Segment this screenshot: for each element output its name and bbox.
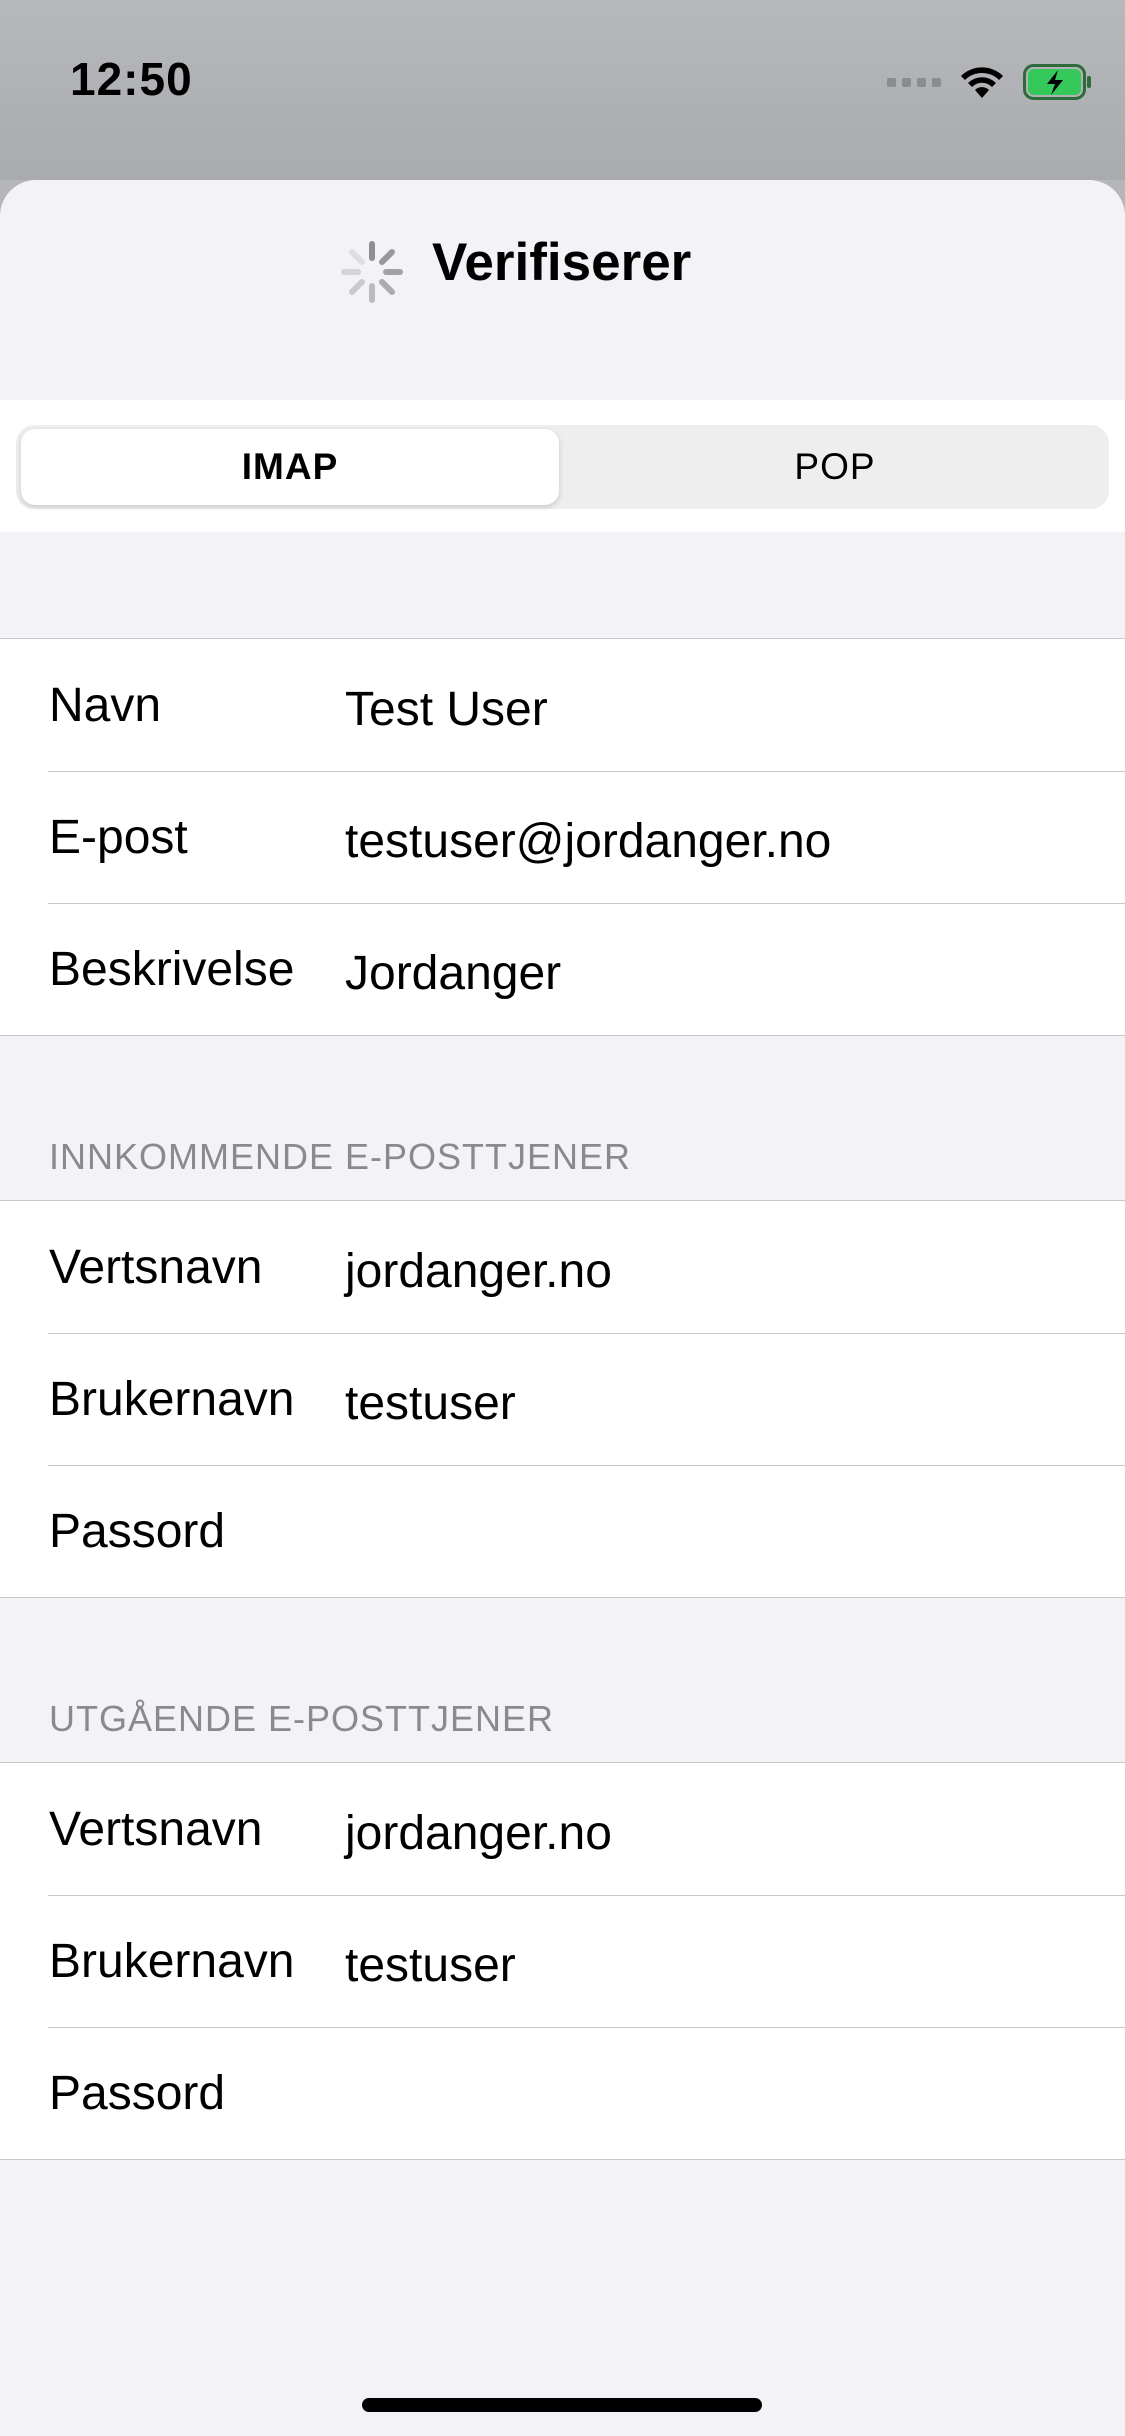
protocol-segment-area: IMAP POP [0,400,1125,532]
outgoing-username-label: Brukernavn [49,1934,295,1988]
home-indicator[interactable] [362,2398,762,2412]
row-incoming-password[interactable]: Passord [0,1465,1125,1597]
segment-imap[interactable]: IMAP [21,429,559,505]
name-label: Navn [49,678,162,732]
email-field[interactable]: testuser@jordanger.no [345,775,831,907]
incoming-password-label: Passord [49,1504,226,1558]
row-name[interactable]: Navn Test User [0,639,1125,771]
outgoing-hostname-field[interactable]: jordanger.no [345,1767,612,1899]
incoming-username-label: Brukernavn [49,1372,295,1426]
outgoing-server-group: Vertsnavn jordanger.no Brukernavn testus… [0,1762,1125,2160]
incoming-server-header: INNKOMMENDE E-POSTTJENER [49,1136,632,1177]
description-label: Beskrivelse [49,942,295,996]
row-incoming-username[interactable]: Brukernavn testuser [0,1333,1125,1465]
activity-spinner-icon [341,241,403,303]
status-bar: 12:50 [0,0,1125,180]
incoming-hostname-field[interactable]: jordanger.no [345,1205,612,1337]
status-time: 12:50 [70,53,193,105]
cellular-signal-icon [887,77,941,87]
outgoing-hostname-label: Vertsnavn [49,1802,263,1856]
outgoing-server-header: UTGÅENDE E-POSTTJENER [49,1698,555,1739]
outgoing-password-field[interactable] [345,2057,1085,2133]
row-email[interactable]: E-post testuser@jordanger.no [0,771,1125,903]
incoming-hostname-label: Vertsnavn [49,1240,263,1294]
protocol-segmented-control: IMAP POP [16,425,1109,509]
status-icons [887,62,1093,102]
row-outgoing-username[interactable]: Brukernavn testuser [0,1895,1125,2027]
incoming-username-field[interactable]: testuser [345,1337,516,1469]
row-outgoing-hostname[interactable]: Vertsnavn jordanger.no [0,1763,1125,1895]
row-description[interactable]: Beskrivelse Jordanger [0,903,1125,1035]
row-outgoing-password[interactable]: Passord [0,2027,1125,2159]
battery-charging-icon [1023,64,1093,100]
outgoing-username-field[interactable]: testuser [345,1899,516,2031]
wifi-icon [959,64,1005,100]
segment-pop[interactable]: POP [566,429,1104,505]
outgoing-password-label: Passord [49,2066,226,2120]
nav-bar: Verifiserer [0,180,1125,400]
incoming-server-group: Vertsnavn jordanger.no Brukernavn testus… [0,1200,1125,1598]
description-field[interactable]: Jordanger [345,907,561,1039]
nav-title: Verifiserer [432,233,692,292]
row-incoming-hostname[interactable]: Vertsnavn jordanger.no [0,1201,1125,1333]
account-info-group: Navn Test User E-post testuser@jordanger… [0,638,1125,1036]
name-field[interactable]: Test User [345,643,548,775]
email-label: E-post [49,810,188,864]
account-setup-sheet: Verifiserer IMAP POP Navn Test User E-po… [0,180,1125,2436]
incoming-password-field[interactable] [345,1495,1085,1571]
